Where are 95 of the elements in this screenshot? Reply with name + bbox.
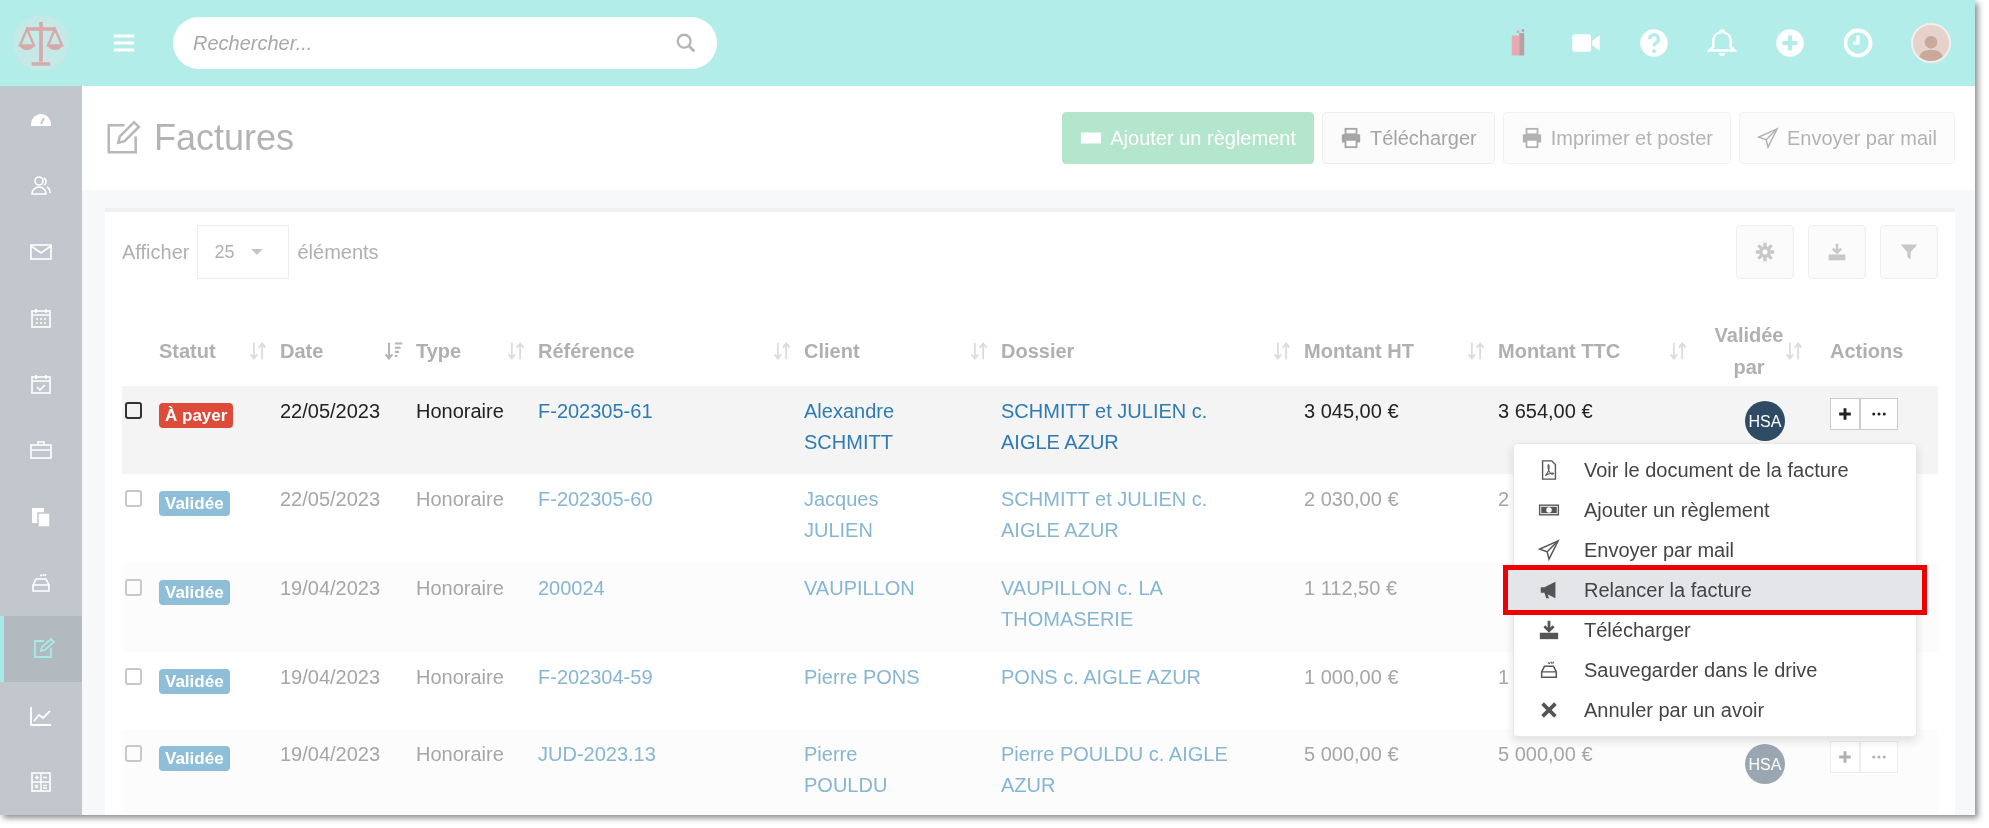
status-badge: Validée bbox=[159, 580, 230, 605]
menu-item[interactable]: Voir le document de la facture bbox=[1514, 450, 1916, 490]
page-title: Factures bbox=[154, 116, 295, 160]
column-header[interactable]: Actions bbox=[1830, 336, 1904, 366]
dossier-link[interactable]: SCHMITT et JULIEN c. AIGLE AZUR bbox=[1001, 396, 1251, 458]
column-header[interactable]: Client bbox=[804, 336, 860, 366]
add-icon[interactable] bbox=[1775, 28, 1805, 58]
column-header[interactable]: Dossier bbox=[1001, 336, 1075, 366]
length-label: éléments bbox=[297, 240, 379, 265]
type-cell-text: Honoraire bbox=[416, 399, 504, 424]
row-checkbox[interactable] bbox=[125, 402, 142, 419]
client-link[interactable]: Alexandre SCHMITT bbox=[804, 396, 944, 458]
drive-icon bbox=[1538, 659, 1560, 681]
menu-item[interactable]: Télécharger bbox=[1514, 610, 1916, 650]
reference-link[interactable]: 200024 bbox=[538, 573, 605, 604]
help-icon[interactable] bbox=[1639, 28, 1669, 58]
amount-cell-text: 1 bbox=[1498, 665, 1510, 690]
date-cell-text: 19/04/2023 bbox=[280, 665, 381, 690]
length-label: Afficher bbox=[122, 240, 190, 265]
table-tool-button[interactable] bbox=[1880, 225, 1938, 279]
date-cell-text: 22/05/2023 bbox=[280, 399, 381, 424]
printer-icon bbox=[1520, 127, 1543, 149]
users-icon bbox=[29, 173, 53, 198]
dossier-link[interactable]: VAUPILLON c. LA THOMASERIE bbox=[1001, 573, 1251, 635]
status-badge: Validée bbox=[159, 669, 230, 694]
download-icon bbox=[1538, 619, 1560, 641]
amount-cell-text: 5 000,00 € bbox=[1304, 742, 1399, 767]
type-cell-text: Honoraire bbox=[416, 576, 504, 601]
date-cell-text: 19/04/2023 bbox=[280, 576, 381, 601]
page-size-select[interactable]: 25 bbox=[197, 225, 290, 279]
paper-plane-icon bbox=[1756, 127, 1779, 149]
toolbar-button[interactable]: Ajouter un règlement bbox=[1062, 112, 1314, 164]
clock-icon[interactable] bbox=[1843, 28, 1873, 58]
toolbar-button[interactable]: Envoyer par mail bbox=[1738, 112, 1955, 164]
client-link[interactable]: VAUPILLON bbox=[804, 573, 915, 604]
table-tool-button[interactable] bbox=[1736, 225, 1794, 279]
type-cell-text: Honoraire bbox=[416, 742, 504, 767]
amount-cell-text: 1 112,50 € bbox=[1304, 576, 1398, 601]
menu-item[interactable]: Ajouter un règlement bbox=[1514, 490, 1916, 530]
edit-icon bbox=[104, 119, 142, 157]
client-link[interactable]: Pierre POULDU bbox=[804, 739, 944, 801]
status-badge: À payer bbox=[159, 403, 234, 428]
table-tool-button[interactable] bbox=[1808, 225, 1866, 279]
reference-link[interactable]: JUD-2023.13 bbox=[538, 739, 656, 770]
column-header[interactable]: Validée par bbox=[1714, 319, 1784, 383]
calculator-icon bbox=[29, 769, 53, 794]
client-link[interactable]: Jacques JULIEN bbox=[804, 484, 944, 546]
bell-icon[interactable] bbox=[1707, 28, 1737, 58]
sidebar-item[interactable] bbox=[0, 616, 82, 683]
user-avatar[interactable] bbox=[1911, 23, 1951, 63]
amount-cell-text: 3 045,00 € bbox=[1304, 399, 1399, 424]
user-initials-avatar: HSA bbox=[1745, 401, 1785, 441]
date-cell-text: 19/04/2023 bbox=[280, 742, 381, 767]
menu-item[interactable]: Envoyer par mail bbox=[1514, 530, 1916, 570]
dossier-link[interactable]: Pierre POULDU c. AIGLE AZUR bbox=[1001, 739, 1251, 801]
reference-link[interactable]: F-202304-59 bbox=[538, 662, 653, 693]
download-icon bbox=[1827, 242, 1847, 262]
menu-item[interactable]: Annuler par un avoir bbox=[1514, 690, 1916, 730]
status-badge: Validée bbox=[159, 491, 230, 516]
type-cell-text: Honoraire bbox=[416, 487, 504, 512]
amount-cell-text: 5 000,00 € bbox=[1498, 742, 1593, 767]
user-initials-avatar: HSA bbox=[1745, 744, 1785, 784]
plus-icon bbox=[1838, 407, 1852, 421]
dossier-link[interactable]: SCHMITT et JULIEN c. AIGLE AZUR bbox=[1001, 484, 1251, 546]
scales-logo-icon bbox=[13, 15, 69, 71]
menu-item[interactable]: Sauvegarder dans le drive bbox=[1514, 650, 1916, 690]
dossier-link[interactable]: PONS c. AIGLE AZUR bbox=[1001, 662, 1202, 693]
search-icon bbox=[675, 32, 697, 54]
plus-icon bbox=[1838, 750, 1852, 764]
printer-icon bbox=[1339, 127, 1362, 149]
client-link[interactable]: Pierre PONS bbox=[804, 662, 920, 693]
amount-cell-text: 2 030,00 € bbox=[1304, 487, 1399, 512]
amount-cell-text: 2 bbox=[1498, 487, 1510, 512]
column-header[interactable]: Montant TTC bbox=[1498, 336, 1621, 366]
toolbar-button[interactable]: Télécharger bbox=[1321, 112, 1495, 164]
reference-link[interactable]: F-202305-60 bbox=[538, 484, 653, 515]
amount-cell-text: 1 000,00 € bbox=[1304, 665, 1399, 690]
column-header[interactable]: Statut bbox=[159, 336, 216, 366]
search-field[interactable]: Rechercher... bbox=[173, 17, 717, 69]
amount-cell-text: 3 654,00 € bbox=[1498, 399, 1593, 424]
column-header[interactable]: Type bbox=[416, 336, 462, 366]
filter-icon bbox=[1899, 242, 1919, 262]
date-cell-text: 22/05/2023 bbox=[280, 487, 381, 512]
paper-plane-icon bbox=[1538, 539, 1560, 561]
status-badge: Validée bbox=[159, 746, 230, 771]
drive-icon bbox=[29, 571, 53, 595]
column-header[interactable]: Référence bbox=[538, 336, 635, 366]
add-action-button[interactable] bbox=[1830, 398, 1860, 430]
column-header[interactable]: Montant HT bbox=[1304, 336, 1414, 366]
toolbar-button[interactable]: Imprimer et poster bbox=[1502, 112, 1731, 164]
type-cell-text: Honoraire bbox=[416, 665, 504, 690]
calendar-check-icon bbox=[29, 372, 53, 397]
reference-link[interactable]: F-202305-61 bbox=[538, 396, 653, 427]
settings-icon bbox=[1755, 242, 1775, 262]
column-header[interactable]: Date bbox=[280, 336, 324, 366]
